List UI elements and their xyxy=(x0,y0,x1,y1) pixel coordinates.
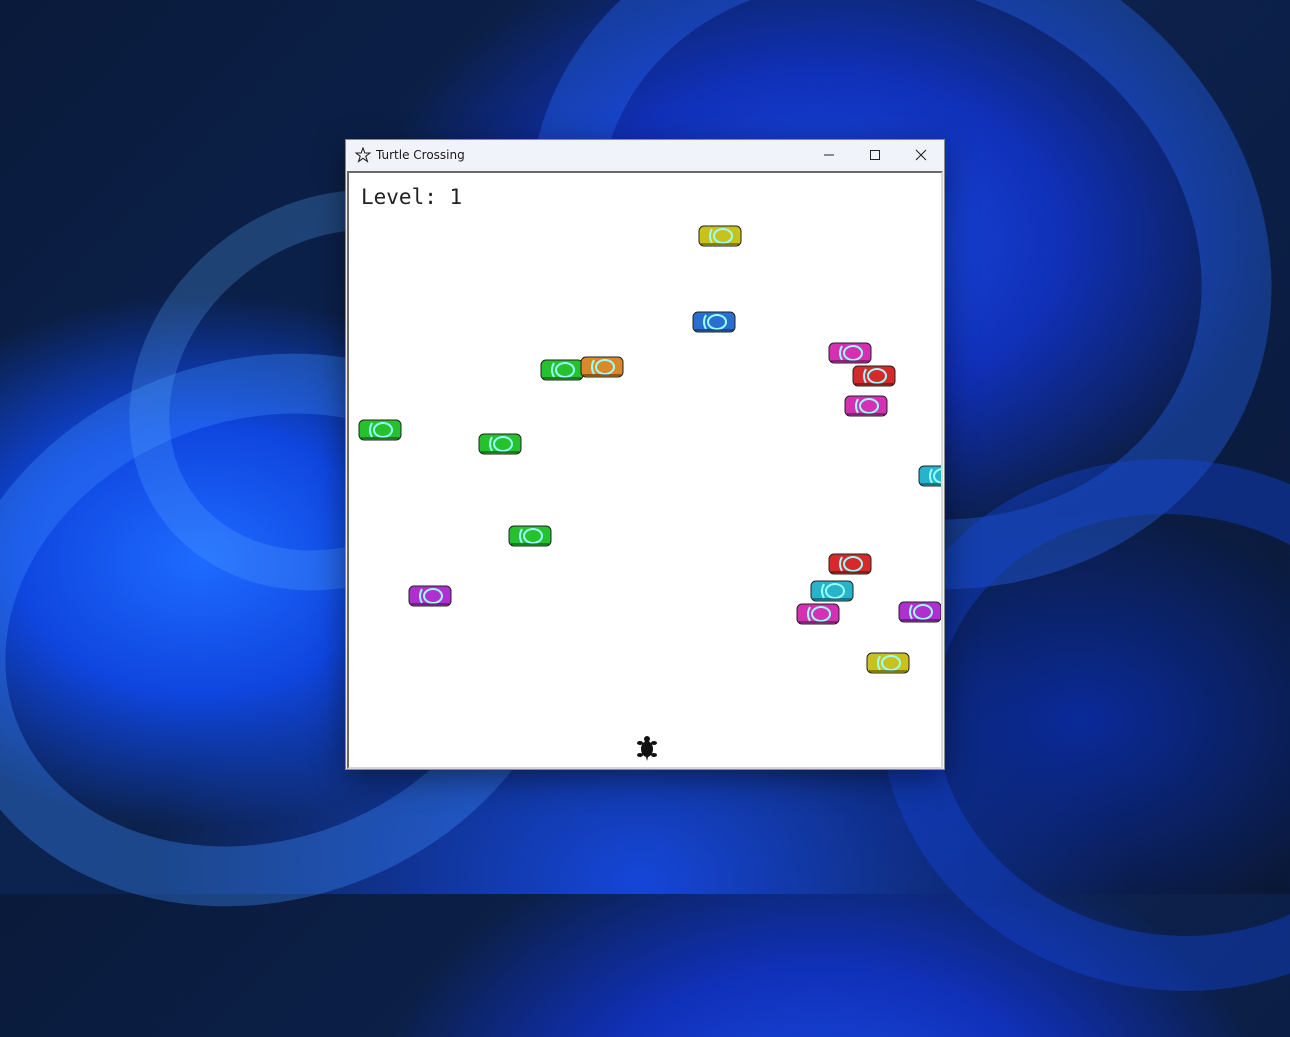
feather-star-icon xyxy=(354,146,372,164)
car-purple xyxy=(898,601,941,623)
car-purple xyxy=(408,585,452,607)
car-yellow xyxy=(698,225,742,247)
car-magenta xyxy=(796,603,840,625)
game-canvas[interactable]: Level: 1 xyxy=(347,171,943,769)
close-icon xyxy=(915,149,927,161)
close-button[interactable] xyxy=(898,140,944,170)
car-red xyxy=(828,553,872,575)
car-cyan xyxy=(810,580,854,602)
car-green xyxy=(540,359,584,381)
car-green xyxy=(478,433,522,455)
turtle-icon xyxy=(637,736,657,761)
window-title: Turtle Crossing xyxy=(376,148,465,162)
car-red xyxy=(852,365,896,387)
car-magenta xyxy=(828,342,872,364)
car-cyan xyxy=(918,465,941,487)
maximize-icon xyxy=(870,150,880,160)
car-green xyxy=(358,419,402,441)
car-yellow xyxy=(866,652,910,674)
minimize-button[interactable] xyxy=(806,140,852,170)
maximize-button[interactable] xyxy=(852,140,898,170)
title-bar[interactable]: Turtle Crossing xyxy=(346,140,944,170)
level-label: Level: 1 xyxy=(361,185,463,209)
game-scene xyxy=(358,225,941,761)
car-magenta xyxy=(844,395,888,417)
turtle-crossing-window: Turtle Crossing Level: 1 xyxy=(345,139,945,770)
car-orange xyxy=(580,356,624,378)
car-green xyxy=(508,525,552,547)
car-blue xyxy=(692,311,736,333)
minimize-icon xyxy=(824,154,834,156)
